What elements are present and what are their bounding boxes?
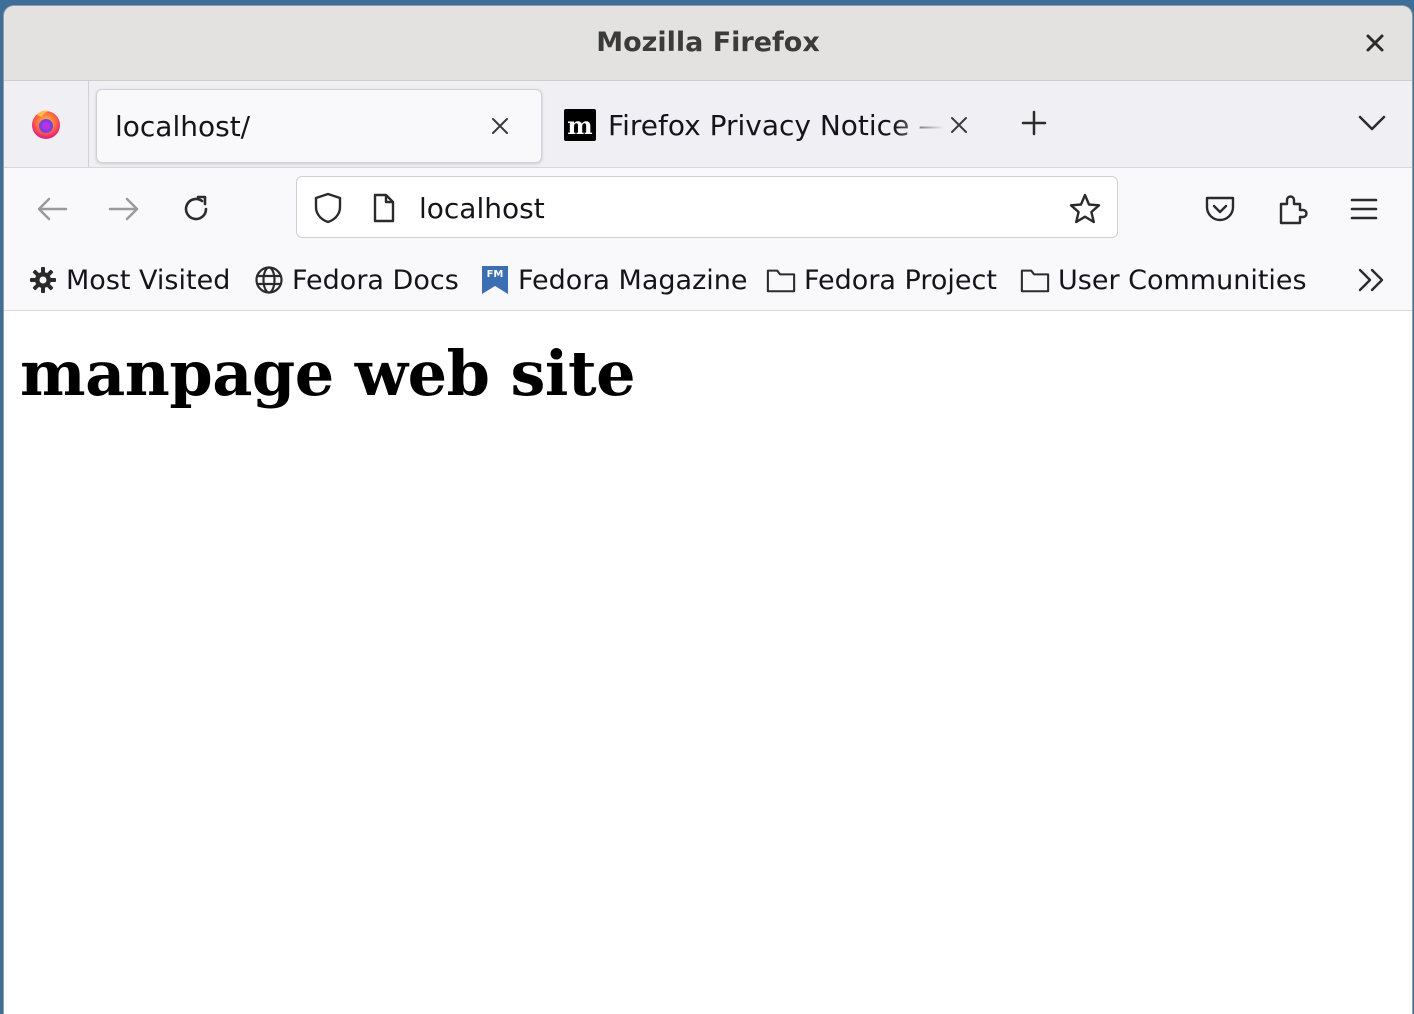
page-title: manpage web site [20, 337, 636, 410]
bookmark-label: Fedora Project [804, 264, 997, 296]
bookmark-most-visited[interactable]: Most Visited [28, 260, 230, 300]
pocket-button[interactable] [1196, 185, 1244, 233]
tab-label: localhost/ [115, 109, 251, 143]
bookmark-fedora-project[interactable]: Fedora Project [766, 260, 997, 300]
tab-strip: localhost/ m Firefox Privacy Notice — Mo… [4, 81, 1412, 168]
back-button[interactable] [28, 185, 76, 233]
plus-icon [1021, 110, 1047, 136]
fedora-magazine-icon: FM [480, 265, 510, 295]
window-title: Mozilla Firefox [596, 27, 820, 58]
bookmarks-overflow-button[interactable] [1352, 262, 1392, 298]
extensions-button[interactable] [1268, 185, 1316, 233]
folder-icon [1020, 265, 1050, 295]
reload-button[interactable] [172, 185, 220, 233]
web-content: manpage web site [4, 311, 1412, 1014]
url-input[interactable] [419, 185, 1039, 231]
chevron-down-icon [1358, 115, 1386, 131]
arrow-right-icon [108, 197, 139, 221]
bookmarks-toolbar: Most Visited Fedora Docs FM Fedora Magaz… [4, 250, 1412, 311]
tab-close-button[interactable] [944, 110, 974, 140]
mozilla-m-icon: m [564, 109, 596, 141]
title-bar[interactable]: Mozilla Firefox [4, 6, 1412, 81]
list-all-tabs-button[interactable] [1352, 103, 1392, 143]
bookmark-fedora-magazine[interactable]: FM Fedora Magazine [480, 260, 747, 300]
double-chevron-right-icon [1358, 268, 1384, 292]
application-menu-button[interactable] [1340, 185, 1388, 233]
close-icon [1366, 34, 1384, 52]
puzzle-piece-icon [1279, 195, 1308, 225]
close-icon [951, 117, 967, 133]
window-close-button[interactable] [1360, 28, 1390, 58]
new-tab-button[interactable] [1014, 103, 1054, 143]
firefox-logo-icon [32, 110, 60, 139]
bookmark-label: Most Visited [66, 264, 231, 296]
close-icon [492, 118, 508, 134]
gear-icon [28, 265, 58, 295]
reload-icon [184, 195, 208, 221]
tab-label: Firefox Privacy Notice — Mozilla [608, 108, 944, 142]
pocket-icon [1205, 196, 1235, 222]
arrow-left-icon [37, 197, 68, 221]
bookmark-fedora-docs[interactable]: Fedora Docs [254, 260, 459, 300]
navigation-toolbar [4, 168, 1412, 250]
bookmark-star-icon[interactable] [1065, 189, 1105, 229]
bookmark-label: Fedora Magazine [518, 264, 748, 296]
hamburger-menu-icon [1350, 198, 1378, 220]
forward-button[interactable] [100, 185, 148, 233]
page-icon[interactable] [369, 191, 399, 225]
svg-text:FM: FM [487, 269, 504, 280]
folder-icon [766, 265, 796, 295]
bookmark-label: User Communities [1058, 264, 1307, 296]
tab-close-button[interactable] [485, 111, 515, 141]
tab-firefox-privacy-notice[interactable]: m Firefox Privacy Notice — Mozilla [562, 89, 982, 161]
url-bar[interactable] [296, 176, 1118, 238]
globe-icon [254, 265, 284, 295]
bookmark-label: Fedora Docs [292, 264, 459, 296]
tab-localhost[interactable]: localhost/ [96, 89, 542, 163]
bookmark-user-communities[interactable]: User Communities [1020, 260, 1307, 300]
firefox-view-button[interactable] [4, 81, 89, 167]
shield-icon[interactable] [311, 191, 345, 225]
browser-window: Mozilla Firefox localhost/ m Firefox Pri… [4, 6, 1412, 1014]
